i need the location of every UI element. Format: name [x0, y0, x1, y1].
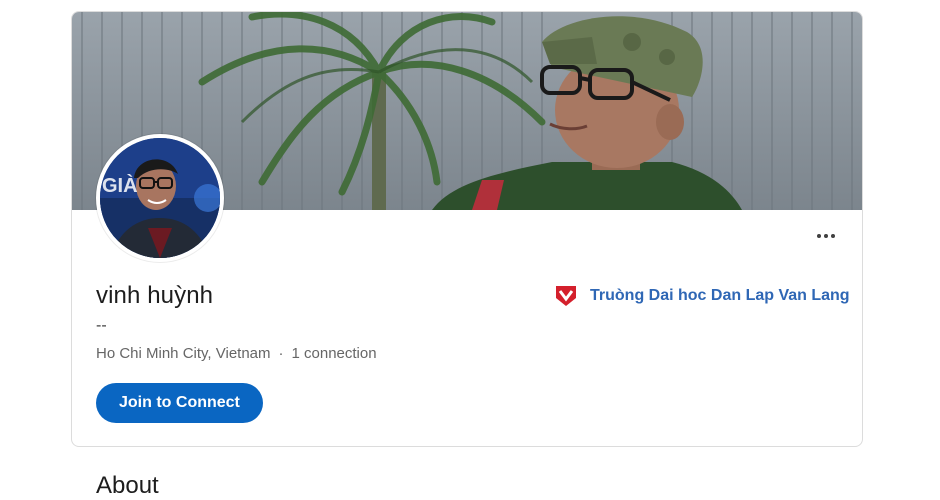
school-name-link[interactable]: Truòng Dai hoc Dan Lap Van Lang — [590, 287, 850, 305]
profile-card: GIÀ vinh huỳnh -- Ho Chi Minh City, Viet… — [71, 11, 863, 447]
about-section-title: About — [96, 472, 159, 499]
profile-avatar[interactable]: GIÀ — [96, 134, 224, 262]
meta-separator: · — [278, 345, 284, 362]
more-options-button[interactable] — [810, 224, 842, 248]
profile-headline: -- — [96, 317, 107, 334]
profile-connections: 1 connection — [291, 345, 377, 362]
join-to-connect-button[interactable]: Join to Connect — [96, 383, 263, 423]
svg-text:GIÀ: GIÀ — [102, 174, 138, 197]
profile-location: Ho Chi Minh City, Vietnam — [96, 345, 271, 362]
school-logo-icon — [556, 286, 576, 306]
ellipsis-icon — [817, 234, 821, 238]
education-item[interactable]: Truòng Dai hoc Dan Lap Van Lang — [554, 284, 850, 308]
profile-name: vinh huỳnh — [96, 282, 214, 309]
profile-meta: Ho Chi Minh City, Vietnam · 1 connection — [96, 345, 377, 362]
